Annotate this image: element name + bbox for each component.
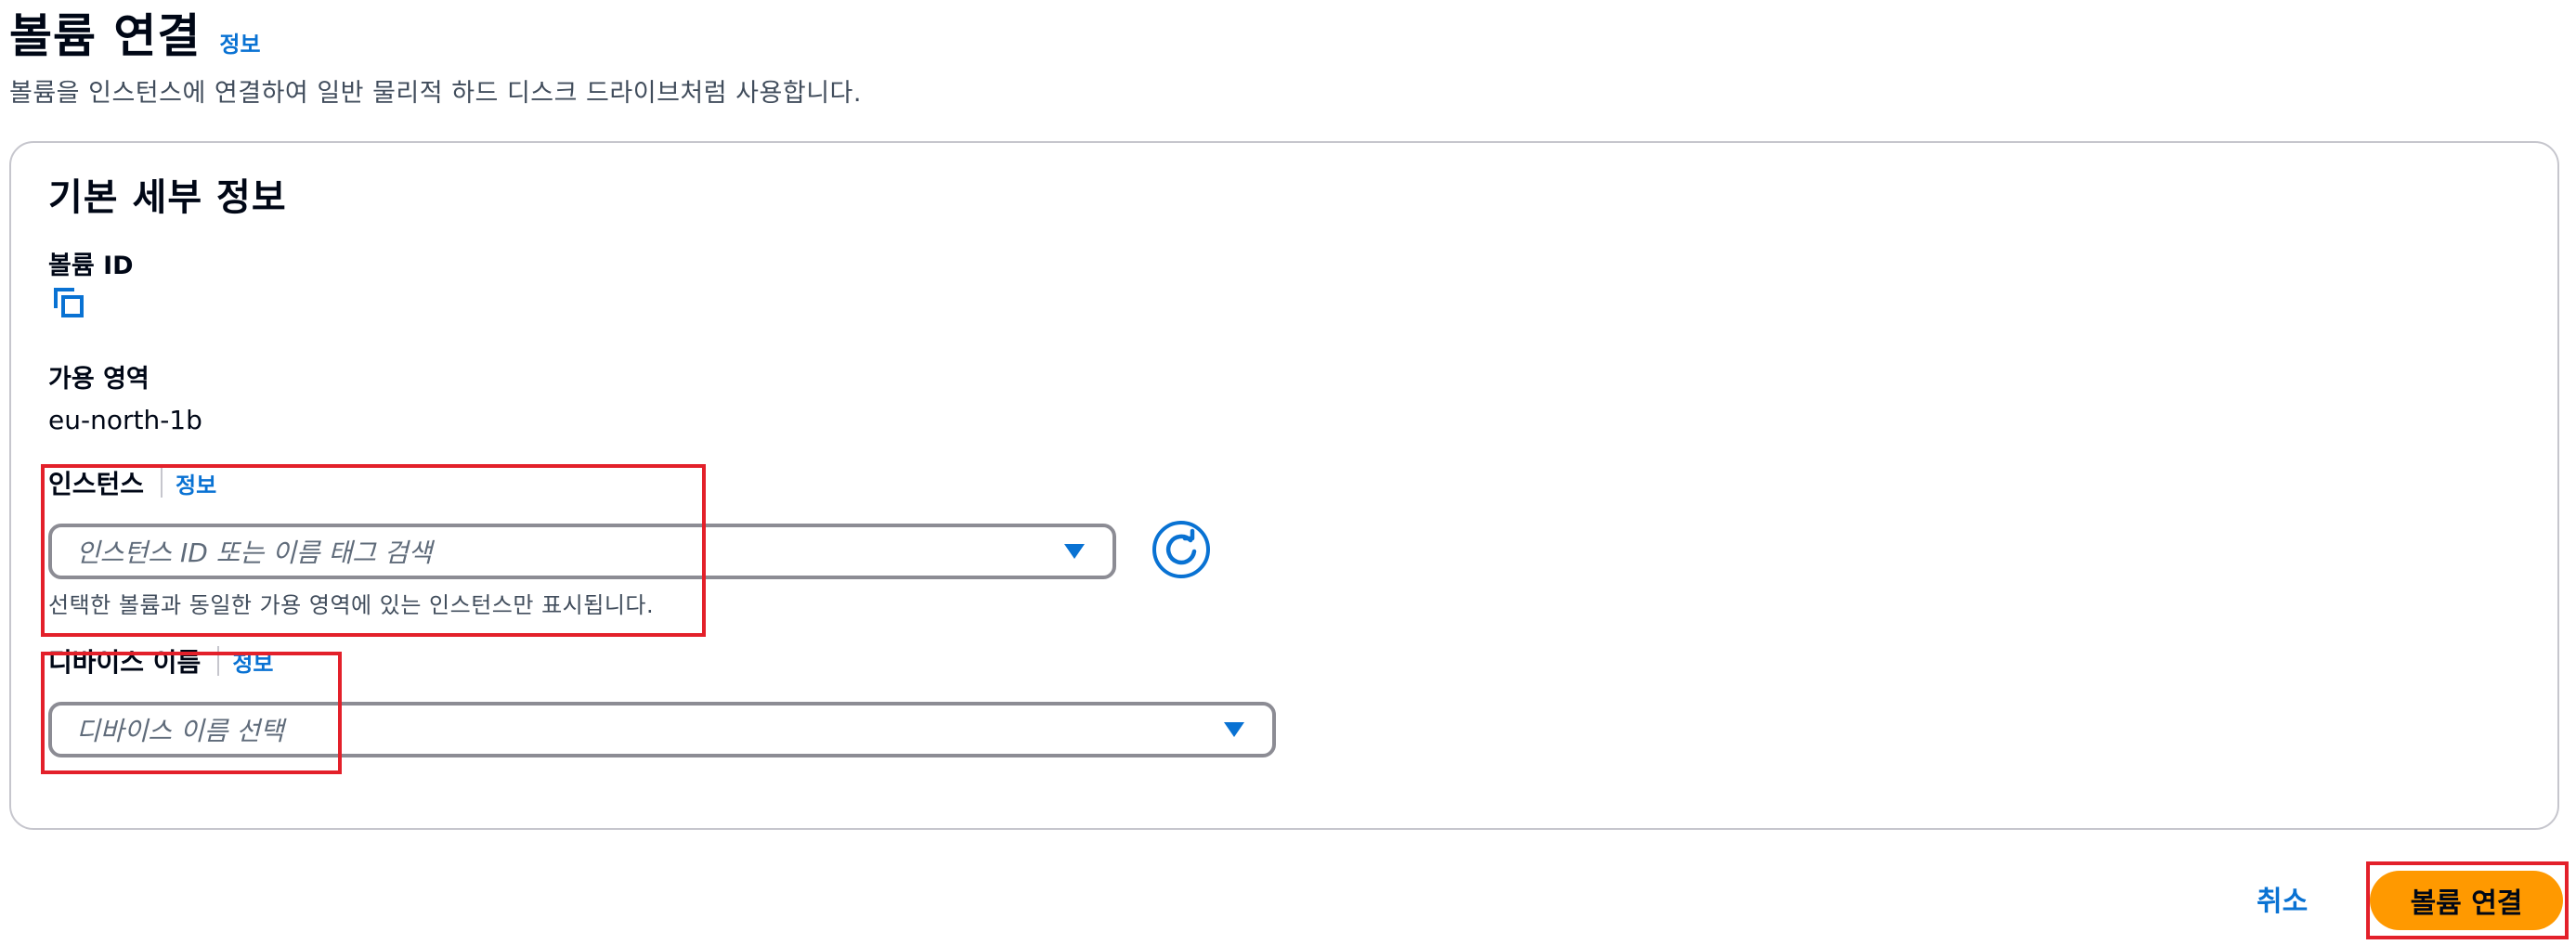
page-header: 볼륨 연결 정보 볼륨을 인스턴스에 연결하여 일반 물리적 하드 디스크 드라… [9,6,862,109]
page-description: 볼륨을 인스턴스에 연결하여 일반 물리적 하드 디스크 드라이브처럼 사용합니… [9,79,862,108]
availability-zone-label: 가용 영역 [48,365,150,394]
instance-highlight-box [41,464,706,637]
availability-zone-value: eu-north-1b [48,405,202,435]
section-title: 기본 세부 정보 [48,176,287,219]
page-title: 볼륨 연결 [9,9,202,63]
copy-icon[interactable] [52,286,85,319]
caret-down-icon [1224,722,1244,737]
attach-volume-button[interactable]: 볼륨 연결 [2370,871,2563,930]
title-row: 볼륨 연결 정보 [9,6,862,67]
cancel-button[interactable]: 취소 [2257,878,2308,919]
device-highlight-box [41,652,342,774]
caret-down-icon [1064,544,1085,559]
refresh-icon[interactable] [1151,520,1211,579]
volume-id-label: 볼륨 ID [48,252,134,280]
title-info-link[interactable]: 정보 [219,26,260,58]
